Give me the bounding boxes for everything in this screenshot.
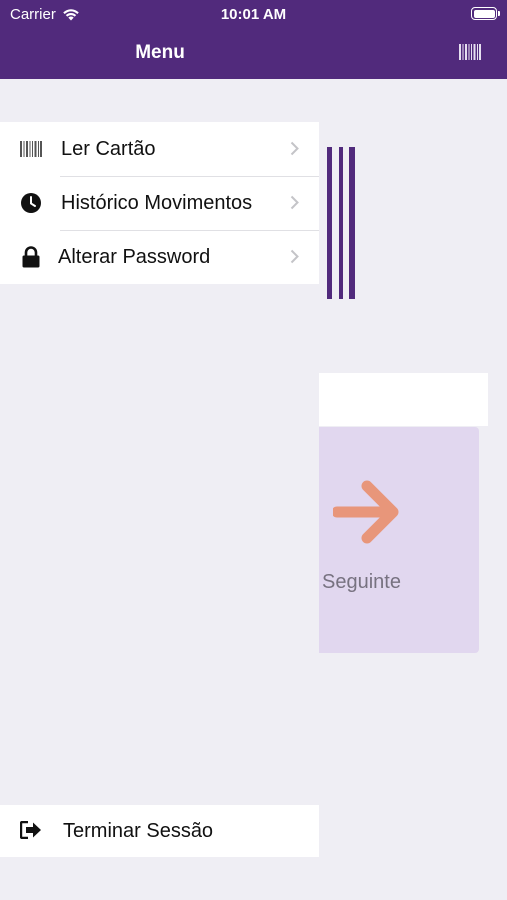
page-title: Menu: [135, 42, 185, 63]
menu-item-label: Ler Cartão: [61, 137, 156, 160]
barcode-icon: [327, 147, 355, 299]
arrow-right-icon: [333, 480, 399, 544]
sign-out-icon: [20, 821, 41, 839]
lock-icon: [18, 244, 44, 270]
input-strip: [319, 373, 488, 426]
next-button-label: Seguinte: [322, 571, 401, 593]
chevron-right-icon: [290, 195, 299, 210]
side-menu: Ler Cartão Histórico Movimentos Alterar …: [0, 122, 319, 284]
battery-icon: [471, 7, 500, 20]
status-bar: Carrier 10:01 AM: [0, 0, 507, 30]
logout-button[interactable]: Terminar Sessão: [0, 805, 319, 857]
menu-item-label: Alterar Password: [58, 245, 211, 268]
status-time: 10:01 AM: [220, 6, 287, 23]
next-button[interactable]: Seguinte: [319, 427, 479, 653]
barcode-icon[interactable]: [459, 44, 481, 60]
clock-icon: [18, 190, 44, 216]
menu-item-historico-movimentos[interactable]: Histórico Movimentos: [0, 176, 319, 230]
barcode-icon: [18, 136, 44, 162]
nav-bar: Menu: [0, 30, 507, 79]
logout-label: Terminar Sessão: [63, 819, 214, 842]
menu-item-ler-cartao[interactable]: Ler Cartão: [0, 122, 319, 176]
menu-item-label: Histórico Movimentos: [61, 191, 253, 214]
chevron-right-icon: [290, 249, 299, 264]
menu-item-alterar-password[interactable]: Alterar Password: [0, 230, 319, 284]
chevron-right-icon: [290, 141, 299, 156]
